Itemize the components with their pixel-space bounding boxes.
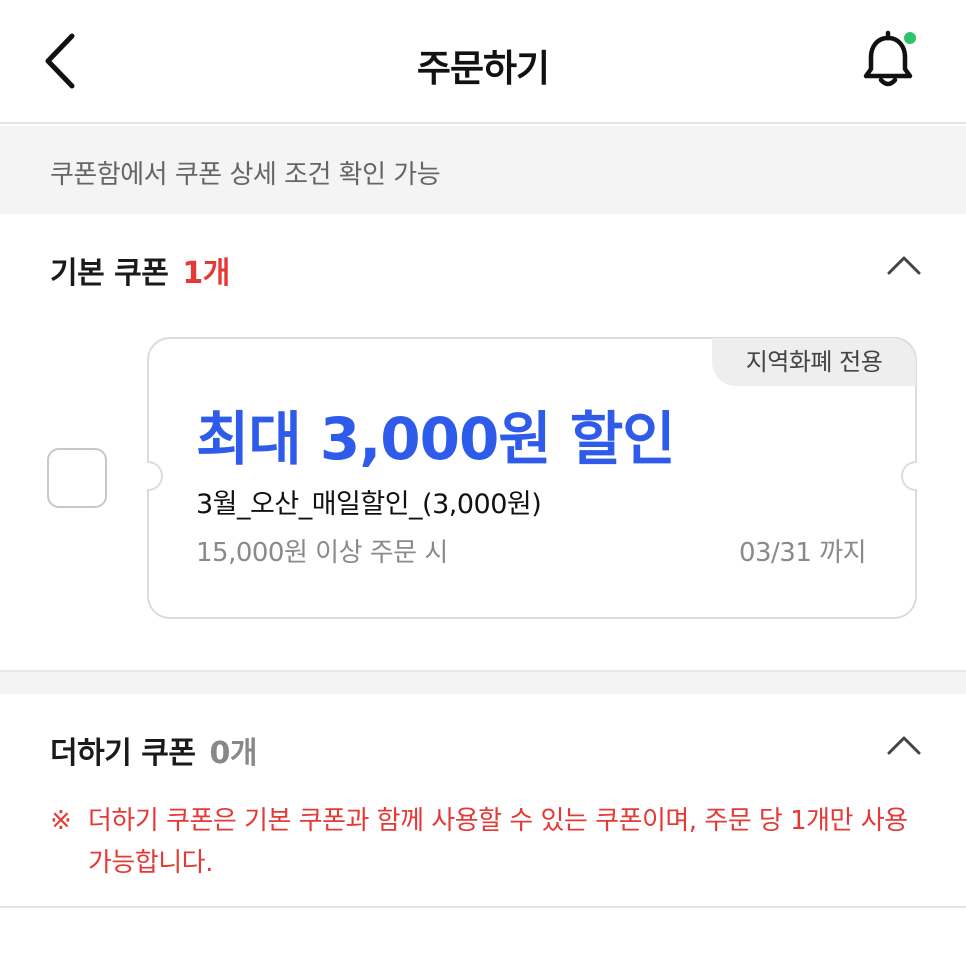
coupon-card[interactable]: 지역화폐 전용 최대 3,000원 할인 3월_오산_매일할인_(3,000원)…	[146, 336, 918, 620]
coupon-notice-bar: 쿠폰함에서 쿠폰 상세 조건 확인 가능	[0, 126, 966, 214]
coupon-checkbox[interactable]	[47, 448, 107, 508]
add-coupon-notice: ※ 더하기 쿠폰은 기본 쿠폰과 함께 사용할 수 있는 쿠폰이며, 주문 당 …	[50, 800, 920, 884]
notice-text: 쿠폰함에서 쿠폰 상세 조건 확인 가능	[50, 160, 441, 190]
notification-badge	[904, 32, 916, 44]
page-title: 주문하기	[416, 47, 550, 90]
coupon-condition: 15,000원 이상 주문 시	[196, 538, 448, 568]
add-coupon-section: 더하기 쿠폰 0개 ※ 더하기 쿠폰은 기본 쿠폰과 함께 사용할 수 있는 쿠폰…	[0, 694, 966, 908]
add-coupon-collapse-button[interactable]	[886, 734, 922, 756]
add-coupon-count: 0개	[209, 736, 257, 771]
basic-coupon-header: 기본 쿠폰 1개	[50, 248, 230, 292]
add-coupon-title: 더하기 쿠폰	[50, 736, 196, 771]
coupon-badge: 지역화폐 전용	[712, 338, 916, 386]
add-coupon-notice-text: 더하기 쿠폰은 기본 쿠폰과 함께 사용할 수 있는 쿠폰이며, 주문 당 1개…	[88, 806, 908, 878]
add-coupon-header: 더하기 쿠폰 0개	[50, 728, 257, 772]
basic-coupon-count: 1개	[182, 256, 230, 291]
basic-coupon-collapse-button[interactable]	[886, 254, 922, 276]
chevron-up-icon	[887, 736, 921, 755]
section-divider	[0, 670, 966, 694]
coupon-name: 3월_오산_매일할인_(3,000원)	[196, 489, 542, 520]
top-app-bar: 주문하기	[0, 0, 966, 124]
chevron-up-icon	[887, 256, 921, 275]
coupon-discount-amount: 최대 3,000원 할인	[196, 405, 676, 473]
coupon-expiry: 03/31 까지	[738, 538, 867, 568]
reference-mark: ※	[50, 806, 72, 836]
basic-coupon-title: 기본 쿠폰	[50, 256, 169, 291]
